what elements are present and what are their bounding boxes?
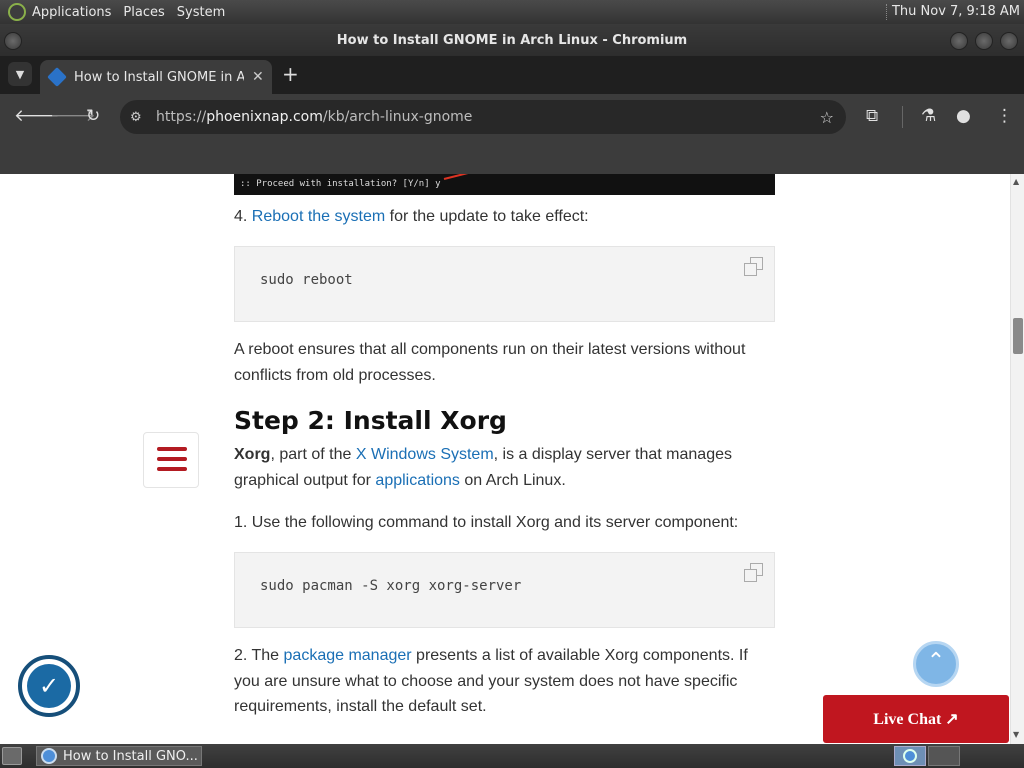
scroll-up-arrow-icon[interactable]: ▲ [1013,177,1019,186]
panel-separator [886,4,888,20]
clock[interactable]: Thu Nov 7, 9:18 AM [892,4,1020,19]
chromium-icon [41,748,57,764]
site-info-icon[interactable]: ⚙ [130,110,150,125]
bookmark-bar [0,140,1024,174]
tab-close-icon[interactable]: ✕ [252,69,264,85]
page-viewport[interactable]: :: Proceed with installation? [Y/n] y 4.… [0,174,1010,744]
tab-search-button[interactable]: ▼ [8,62,32,86]
copy-icon[interactable] [744,257,764,277]
taskbar-item-label: How to Install GNO... [63,748,198,764]
step1-paragraph: 1. Use the following command to install … [234,514,739,531]
tab-title: How to Install GNOME in Arch Linux [74,69,244,85]
minimize-button[interactable] [950,32,968,50]
section-heading: Step 2: Install Xorg [234,406,507,435]
vertical-scrollbar[interactable]: ▲ ▼ [1010,174,1024,744]
toolbar-divider [902,106,903,128]
reload-icon[interactable]: ↻ [86,106,100,126]
terminal-screenshot: :: Proceed with installation? [Y/n] y [234,174,775,195]
window-titlebar[interactable]: How to Install GNOME in Arch Linux - Chr… [0,24,1024,56]
code-text: sudo reboot [260,272,353,288]
applications-link[interactable]: applications [375,472,460,489]
table-of-contents-button[interactable] [143,432,199,488]
red-arrow-annotation [443,174,489,180]
show-desktop-button[interactable] [2,747,22,765]
bottom-panel: How to Install GNO... [0,744,1024,768]
url-text[interactable]: https://phoenixnap.com/kb/arch-linux-gno… [156,109,472,125]
extensions-icon[interactable]: ⧉ [866,106,878,126]
system-menu[interactable]: System [177,5,225,20]
chromium-icon [903,749,917,763]
xorg-intro-paragraph: Xorg, part of the X Windows System, is a… [234,446,732,489]
step2-paragraph: 2. The package manager presents a list o… [234,647,748,715]
maximize-button[interactable] [975,32,993,50]
x-windows-system-link[interactable]: X Windows System [356,446,494,463]
reboot-system-link[interactable]: Reboot the system [252,208,385,225]
code-block: sudo reboot [234,246,775,322]
bookmark-star-icon[interactable]: ☆ [820,108,834,127]
reboot-note-paragraph: A reboot ensures that all components run… [234,341,746,384]
window-title: How to Install GNOME in Arch Linux - Chr… [336,32,688,48]
distro-logo-icon[interactable] [8,3,26,21]
places-menu[interactable]: Places [123,5,164,20]
step4-paragraph: 4. Reboot the system for the update to t… [234,208,589,225]
trust-badge-icon[interactable]: ✓ [18,655,80,717]
close-window-button[interactable] [1000,32,1018,50]
taskbar-item-chromium[interactable]: How to Install GNO... [36,746,202,766]
scroll-thumb[interactable] [1013,318,1023,354]
labs-flask-icon[interactable]: ⚗ [921,106,936,126]
chevron-down-icon: ▼ [15,67,25,81]
address-bar[interactable]: ⚙ https://phoenixnap.com/kb/arch-linux-g… [120,100,846,134]
workspace-switcher-2[interactable] [928,746,960,766]
window-menu-button[interactable] [4,32,22,50]
tab-strip: ▼ How to Install GNOME in Arch Linux ✕ + [0,56,1024,94]
scroll-down-arrow-icon[interactable]: ▼ [1013,730,1019,739]
profile-avatar-icon[interactable]: ● [956,106,971,126]
menu-kebab-icon[interactable]: ⋮ [996,106,1013,126]
workspace-switcher-1[interactable] [894,746,926,766]
applications-menu[interactable]: Applications [32,5,111,20]
copy-icon[interactable] [744,563,764,583]
back-to-top-button[interactable]: ⌃ [913,641,959,687]
tab-active[interactable]: How to Install GNOME in Arch Linux ✕ [40,60,272,94]
package-manager-link[interactable]: package manager [284,647,412,664]
live-chat-button[interactable]: Live Chat ↗ [823,695,1009,743]
code-text: sudo pacman -S xorg xorg-server [260,578,522,594]
top-panel: Applications Places System Thu Nov 7, 9:… [0,0,1024,24]
chevron-up-icon: ⌃ [926,649,946,674]
code-block: sudo pacman -S xorg xorg-server [234,552,775,628]
phoenixnap-favicon-icon [47,67,67,87]
terminal-line: :: Proceed with installation? [Y/n] y [240,179,441,189]
browser-toolbar: 🡐 🡒 ↻ ⚙ https://phoenixnap.com/kb/arch-l… [0,94,1024,140]
hamburger-icon [157,447,187,451]
new-tab-button[interactable]: + [282,64,299,84]
